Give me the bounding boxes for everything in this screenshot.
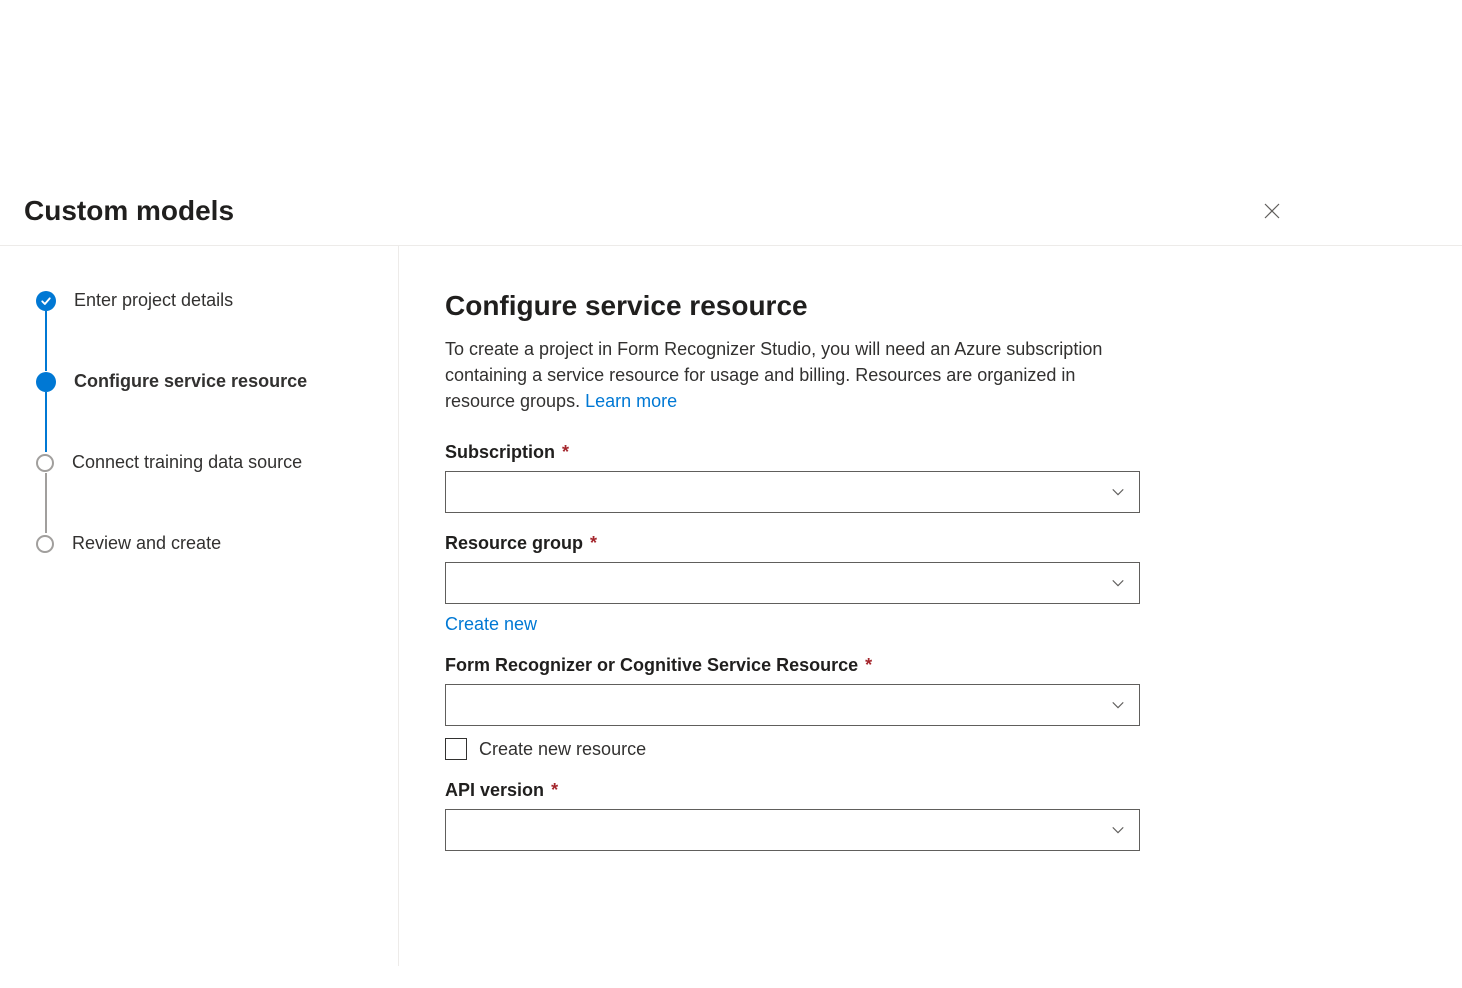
dialog-title: Custom models [24,195,234,227]
required-indicator: * [562,442,569,462]
step-connector [45,392,47,452]
dialog-header: Custom models [0,195,1462,246]
step-label: Connect training data source [72,452,302,473]
close-icon [1264,203,1280,219]
resource-group-select[interactable] [445,562,1140,604]
required-indicator: * [551,780,558,800]
field-subscription: Subscription * [445,442,1139,513]
api-version-label: API version * [445,780,1139,801]
create-new-resource-group-link[interactable]: Create new [445,614,537,635]
chevron-down-icon [1111,823,1125,837]
label-text: Form Recognizer or Cognitive Service Res… [445,655,858,675]
required-indicator: * [590,533,597,553]
description-text: To create a project in Form Recognizer S… [445,339,1102,411]
checkmark-icon [40,295,52,307]
step-review-and-create[interactable]: Review and create [36,533,398,554]
label-text: Resource group [445,533,583,553]
subscription-select[interactable] [445,471,1140,513]
step-label: Enter project details [74,290,233,311]
learn-more-link[interactable]: Learn more [585,391,677,411]
step-indicator-pending [36,535,54,553]
create-new-resource-row: Create new resource [445,738,1139,760]
step-label: Review and create [72,533,221,554]
label-text: Subscription [445,442,555,462]
field-resource-group: Resource group * Create new [445,533,1139,635]
step-connector [45,473,47,533]
step-configure-service-resource[interactable]: Configure service resource [36,371,398,392]
resource-group-label: Resource group * [445,533,1139,554]
chevron-down-icon [1111,576,1125,590]
panel-description: To create a project in Form Recognizer S… [445,336,1139,414]
wizard-steps-sidebar: Enter project details Configure service … [0,246,399,966]
step-indicator-completed [36,291,56,311]
close-button[interactable] [1256,195,1288,227]
chevron-down-icon [1111,698,1125,712]
subscription-label: Subscription * [445,442,1139,463]
create-new-resource-checkbox[interactable] [445,738,467,760]
step-indicator-pending [36,454,54,472]
chevron-down-icon [1111,485,1125,499]
main-panel: Configure service resource To create a p… [399,246,1139,966]
required-indicator: * [865,655,872,675]
field-api-version: API version * [445,780,1139,851]
field-service-resource: Form Recognizer or Cognitive Service Res… [445,655,1139,760]
step-indicator-current [36,372,56,392]
label-text: API version [445,780,544,800]
step-connect-training-data-source[interactable]: Connect training data source [36,452,398,473]
step-connector [45,311,47,371]
step-label: Configure service resource [74,371,307,392]
service-resource-select[interactable] [445,684,1140,726]
step-enter-project-details[interactable]: Enter project details [36,290,398,311]
service-resource-label: Form Recognizer or Cognitive Service Res… [445,655,1139,676]
create-new-resource-checkbox-label: Create new resource [479,739,646,760]
api-version-select[interactable] [445,809,1140,851]
panel-heading: Configure service resource [445,290,1139,322]
